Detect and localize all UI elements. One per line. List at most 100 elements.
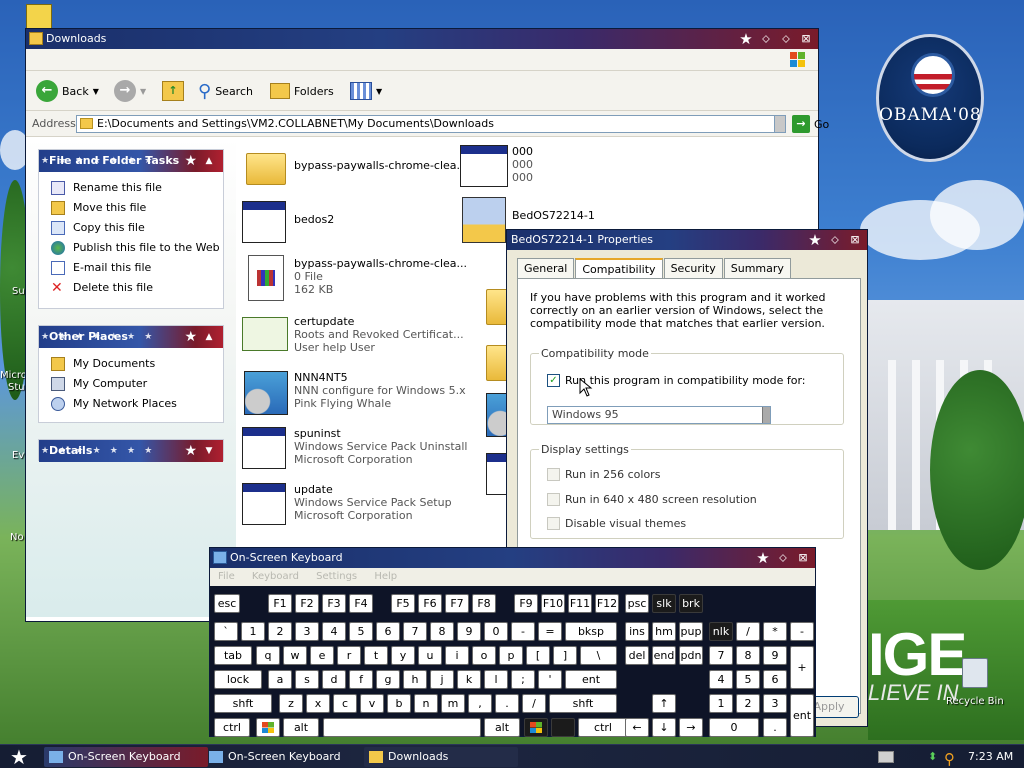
key-minus[interactable]: - [511,622,535,641]
key-4[interactable]: 4 [709,670,733,689]
key-2[interactable]: 2 [268,622,292,641]
taskbar-item-downloads[interactable]: Downloads [364,747,518,767]
tab-summary[interactable]: Summary [723,258,791,278]
task-copy[interactable]: Copy this file [39,218,223,238]
key-backtick[interactable]: ` [214,622,238,641]
key-shft[interactable]: shft [214,694,272,713]
place-my-documents[interactable]: My Documents [39,354,223,374]
address-dropdown-button[interactable] [774,115,786,133]
taskbar-item-osk-2[interactable]: On-Screen Keyboard [204,747,360,767]
key-ins[interactable]: ins [625,622,649,641]
key-o[interactable]: o [472,646,496,665]
file-item[interactable]: 000 000 000 [460,143,600,197]
file-item[interactable]: bypass-paywalls-chrome-clea... 0 File 16… [242,255,467,309]
key-nlk[interactable]: nlk [709,622,733,641]
key-semicolon[interactable]: ; [511,670,535,689]
key-2[interactable]: 2 [736,694,760,713]
key-w[interactable]: w [283,646,307,665]
key-alt[interactable]: alt [484,718,520,737]
key-rbracket[interactable]: ] [553,646,577,665]
key-3[interactable]: 3 [295,622,319,641]
key-F8[interactable]: F8 [472,594,496,613]
key-hm[interactable]: hm [652,622,676,641]
osk-titlebar[interactable]: On-Screen Keyboard ★ ⬦ ⊠ [210,548,815,568]
key-period[interactable]: . [763,718,787,737]
task-rename[interactable]: Rename this file [39,178,223,198]
key-pdn[interactable]: pdn [679,646,703,665]
key-down[interactable]: ↓ [652,718,676,737]
key-e[interactable]: e [310,646,334,665]
collapse-icon[interactable]: ▲ [201,329,217,345]
key-p[interactable]: p [499,646,523,665]
file-item[interactable]: update Windows Service Pack Setup Micros… [242,481,452,535]
key-q[interactable]: q [256,646,280,665]
key-slk[interactable]: slk [652,594,676,613]
chevron-down-icon[interactable]: ▼ [376,87,382,96]
key-shft[interactable]: shft [549,694,617,713]
key-8[interactable]: 8 [430,622,454,641]
key-comma[interactable]: , [468,694,492,713]
key-pup[interactable]: pup [679,622,703,641]
key-bksp[interactable]: bksp [565,622,617,641]
windows-key[interactable] [256,718,280,737]
key-lbracket[interactable]: [ [526,646,550,665]
up-folder-button[interactable]: ↑ [162,79,184,103]
key-m[interactable]: m [441,694,465,713]
key-k[interactable]: k [457,670,481,689]
key-t[interactable]: t [364,646,388,665]
key-9[interactable]: 9 [457,622,481,641]
close-button[interactable]: ⊠ [798,31,814,47]
chevron-down-icon[interactable]: ▼ [140,87,146,96]
key-F3[interactable]: F3 [322,594,346,613]
key-v[interactable]: v [360,694,384,713]
menu-file[interactable]: File [218,571,235,582]
task-move[interactable]: Move this file [39,198,223,218]
key-slash[interactable]: / [522,694,546,713]
explorer-titlebar[interactable]: Downloads ★ ⬦ ⬦ ⊠ [26,29,818,49]
key-psc[interactable]: psc [625,594,649,613]
windows-key[interactable] [524,718,548,737]
key-d[interactable]: d [322,670,346,689]
key-c[interactable]: c [333,694,357,713]
details-header[interactable]: ★ ★ ★ ★ ★ ★ ★ Details ★ ▼ [39,440,223,462]
key-6[interactable]: 6 [376,622,400,641]
file-folder-tasks-header[interactable]: ★ ★ ★ ★ ★ ★ ★ File and Folder Tasks ★ ▲ [39,150,223,172]
search-tray-icon[interactable]: ⚲ [944,747,955,768]
taskbar-item-osk[interactable]: On-Screen Keyboard [44,747,208,767]
back-button[interactable]: ← Back ▼ [36,79,99,103]
key-brk[interactable]: brk [679,594,703,613]
key-8[interactable]: 8 [736,646,760,665]
address-input[interactable]: E:\Documents and Settings\VM2.COLLABNET\… [76,115,786,133]
maximize-button[interactable]: ⬦ [778,31,794,47]
key-backslash[interactable]: \ [580,646,617,665]
key-F10[interactable]: F10 [541,594,565,613]
file-item[interactable]: bedos2 [242,199,452,253]
menu-help[interactable]: Help [374,571,397,582]
key-b[interactable]: b [387,694,411,713]
key-i[interactable]: i [445,646,469,665]
key-9[interactable]: 9 [763,646,787,665]
key-g[interactable]: g [376,670,400,689]
option-640-resolution[interactable]: Run in 640 x 480 screen resolution [547,493,757,507]
forward-button[interactable]: → ▼ [114,79,146,103]
key-F6[interactable]: F6 [418,594,442,613]
network-tray-icon[interactable]: ⬍ [928,750,940,764]
chevron-down-icon[interactable]: ▼ [93,87,99,96]
key-5[interactable]: 5 [349,622,373,641]
key-f[interactable]: f [349,670,373,689]
key-z[interactable]: z [279,694,303,713]
key-lock[interactable]: lock [214,670,262,689]
key-y[interactable]: y [391,646,415,665]
key-equals[interactable]: = [538,622,562,641]
keyboard-tray-icon[interactable] [878,751,894,763]
key-5[interactable]: 5 [736,670,760,689]
place-my-network[interactable]: My Network Places [39,394,223,414]
menu-key[interactable] [551,718,575,737]
key-up[interactable]: ↑ [652,694,676,713]
option-256-colors[interactable]: Run in 256 colors [547,468,660,482]
key-7[interactable]: 7 [403,622,427,641]
desktop-icon[interactable] [26,4,52,30]
collapse-icon[interactable]: ▲ [201,153,217,169]
key-7[interactable]: 7 [709,646,733,665]
key-F12[interactable]: F12 [595,594,619,613]
